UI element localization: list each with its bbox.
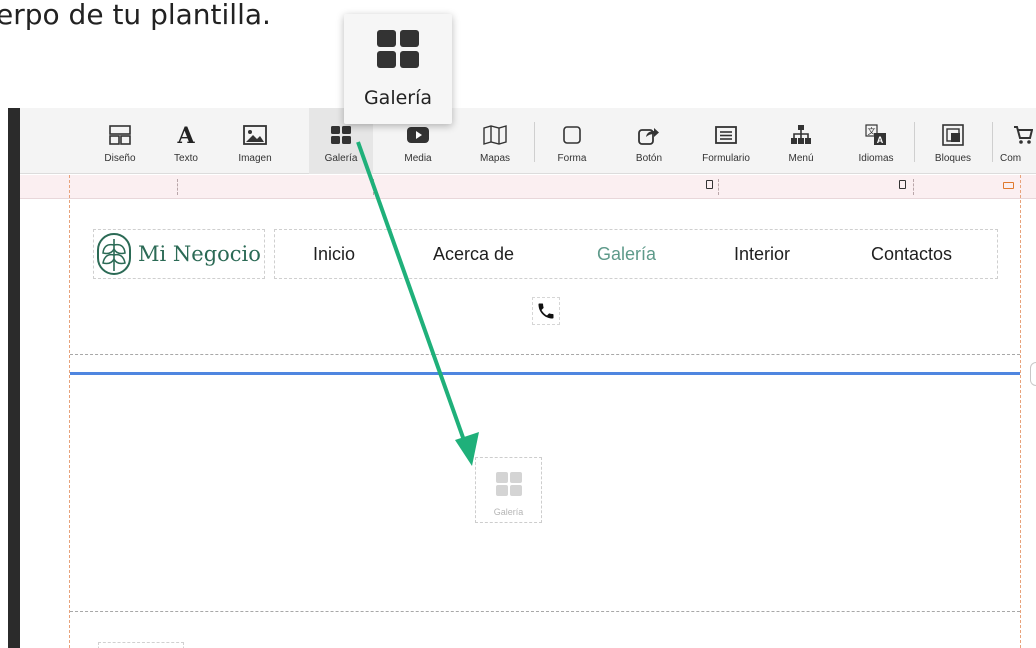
- tool-mapas[interactable]: Mapas: [463, 108, 527, 174]
- tool-label: Texto: [174, 153, 198, 164]
- tool-label: Mapas: [479, 153, 510, 164]
- tool-label: Menú: [788, 153, 814, 164]
- tool-label: Diseño: [104, 153, 136, 164]
- section-divider: [70, 354, 1020, 355]
- right-margin-guide: [1020, 175, 1021, 648]
- tool-forma[interactable]: Forma: [540, 108, 604, 174]
- toolbar-divider: [992, 122, 993, 162]
- galeria-tooltip: Galería: [344, 14, 452, 124]
- phone-icon[interactable]: [532, 297, 560, 325]
- tool-label: Media: [404, 153, 432, 164]
- gallery-icon: [328, 123, 354, 147]
- tooltip-label: Galería: [363, 87, 433, 109]
- cart-icon: [1010, 123, 1036, 147]
- tool-comercio[interactable]: Com: [1000, 108, 1036, 174]
- editor-screen: erpo de tu plantilla. Diseño A Texto Ima…: [0, 0, 1036, 648]
- tool-imagen[interactable]: Imagen: [223, 108, 287, 174]
- tool-menu[interactable]: Menú: [769, 108, 833, 174]
- element-toolbar: Diseño A Texto Imagen Galería Media Mapa…: [20, 108, 1036, 174]
- tool-texto[interactable]: A Texto: [154, 108, 218, 174]
- tool-label: Galería: [324, 153, 358, 164]
- map-icon: [482, 123, 508, 147]
- tool-label: Idiomas: [858, 153, 894, 164]
- mobile-breakpoint-icon[interactable]: [706, 180, 713, 189]
- breakpoint-ruler: [20, 175, 1036, 199]
- image-icon: [242, 123, 268, 147]
- section-divider: [70, 611, 1020, 612]
- toolbar-divider: [534, 122, 535, 162]
- desktop-breakpoint-icon[interactable]: [1003, 182, 1014, 189]
- svg-text:A: A: [176, 124, 195, 146]
- element-placeholder: [98, 642, 184, 648]
- toolbar-divider: [914, 122, 915, 162]
- tool-diseno[interactable]: Diseño: [88, 108, 152, 174]
- tutorial-caption: erpo de tu plantilla.: [0, 0, 271, 31]
- nav-item-acerca-de[interactable]: Acerca de: [433, 244, 514, 265]
- leaf-logo-icon: [94, 230, 134, 278]
- nav-item-interior[interactable]: Interior: [734, 244, 790, 265]
- nav-item-inicio[interactable]: Inicio: [313, 244, 355, 265]
- shape-icon: [559, 123, 585, 147]
- ruler-tick: [718, 179, 719, 195]
- site-logo[interactable]: Mi Negocio: [93, 229, 265, 279]
- text-icon: A: [173, 123, 199, 147]
- gallery-drop-placeholder[interactable]: Galería: [475, 457, 542, 523]
- sitemap-icon: [788, 123, 814, 147]
- left-panel-edge: [8, 108, 20, 648]
- form-icon: [713, 123, 739, 147]
- tool-boton[interactable]: Botón: [617, 108, 681, 174]
- tool-label: Bloques: [934, 153, 972, 164]
- share-arrow-icon: [636, 123, 662, 147]
- tablet-breakpoint-icon[interactable]: [899, 180, 906, 189]
- tool-label: Formulario: [702, 153, 750, 164]
- site-navigation: Inicio Acerca de Galería Interior Contac…: [274, 229, 998, 279]
- tool-idiomas[interactable]: 文A Idiomas: [844, 108, 908, 174]
- nav-item-galeria[interactable]: Galería: [597, 244, 656, 265]
- insertion-line: [70, 372, 1020, 375]
- side-handle[interactable]: [1030, 362, 1036, 386]
- blocks-icon: [940, 123, 966, 147]
- gallery-icon: [377, 30, 419, 73]
- play-icon: [405, 123, 431, 147]
- nav-item-contactos[interactable]: Contactos: [871, 244, 952, 265]
- translate-icon: 文A: [863, 123, 889, 147]
- tool-label: Forma: [557, 153, 587, 164]
- placeholder-label: Galería: [493, 507, 524, 517]
- tool-label: Imagen: [238, 153, 272, 164]
- tool-formulario[interactable]: Formulario: [694, 108, 758, 174]
- tool-label: Botón: [635, 153, 663, 164]
- tool-label: Com: [1000, 153, 1022, 164]
- ruler-tick: [373, 179, 374, 195]
- left-margin-guide: [69, 175, 70, 648]
- logo-text: Mi Negocio: [138, 242, 261, 266]
- ruler-tick: [177, 179, 178, 195]
- gallery-icon: [495, 472, 522, 501]
- svg-text:A: A: [877, 135, 884, 145]
- layout-icon: [107, 123, 133, 147]
- tool-bloques[interactable]: Bloques: [921, 108, 985, 174]
- ruler-tick: [913, 179, 914, 195]
